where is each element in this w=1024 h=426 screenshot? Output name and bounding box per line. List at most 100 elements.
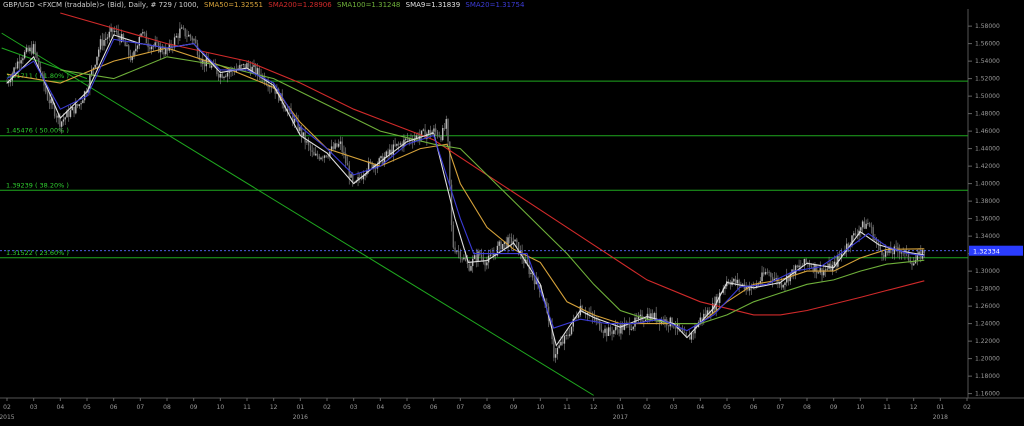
- candle-body: [20, 60, 22, 64]
- candle-body: [258, 68, 260, 75]
- y-tick-label: 1.54000: [975, 58, 1000, 65]
- candle-body: [73, 106, 75, 114]
- x-tick-label: 11: [563, 404, 571, 411]
- candle-body: [334, 143, 336, 149]
- candle-body: [473, 255, 476, 259]
- candle-body: [600, 329, 603, 332]
- x-tick-label: 11: [243, 404, 251, 411]
- fibonacci-levels: 1.51711 ( 61.80% )1.45476 ( 50.00% )1.39…: [0, 72, 968, 259]
- candle-body: [422, 129, 425, 131]
- x-tick-label: 03: [350, 404, 358, 411]
- candle-body: [226, 72, 229, 77]
- candle-body: [733, 278, 735, 282]
- y-tick-label: 1.20000: [975, 356, 1000, 363]
- candle-body: [891, 253, 894, 255]
- candle-body: [459, 251, 462, 259]
- candle-body: [457, 251, 460, 252]
- candle-body: [210, 65, 213, 68]
- candle-body: [863, 221, 866, 229]
- candle-body: [883, 255, 885, 257]
- candle-body: [188, 34, 190, 37]
- candle-body: [158, 42, 160, 53]
- candle-body: [142, 32, 144, 34]
- candle-body: [510, 237, 513, 244]
- candle-body: [82, 100, 84, 104]
- candle-body: [341, 141, 343, 152]
- candle-body: [48, 100, 51, 104]
- candle-body: [316, 153, 319, 157]
- candle-body: [223, 76, 225, 78]
- candle-body: [352, 174, 354, 183]
- candle-body: [106, 37, 109, 39]
- candle-body: [247, 63, 250, 67]
- x-tick-label: 10: [857, 404, 865, 411]
- candle-body: [674, 327, 677, 329]
- candle-body: [874, 239, 876, 241]
- candle-body: [475, 255, 477, 262]
- candle-body: [838, 255, 841, 257]
- candle-body: [563, 335, 566, 344]
- candle-body: [911, 262, 913, 266]
- candle-body: [163, 52, 165, 55]
- candle-body: [34, 44, 36, 53]
- candle-body: [798, 265, 800, 268]
- candle-body: [554, 354, 557, 358]
- candle-body: [634, 317, 636, 327]
- x-tick-label: 01: [617, 404, 625, 411]
- x-tick-label: 03: [30, 404, 38, 411]
- chart-header: GBP/USD <FXCM (tradable)> (Bid), Daily, …: [3, 1, 527, 9]
- year-label: 2015: [0, 414, 15, 421]
- x-tick-label: 01: [937, 404, 945, 411]
- candle-body: [734, 278, 737, 284]
- x-tick-label: 08: [483, 404, 491, 411]
- y-tick-label: 1.52000: [975, 76, 1000, 83]
- candle-body: [780, 282, 783, 288]
- candle-body: [394, 144, 396, 146]
- candle-body: [209, 63, 211, 68]
- x-tick-label: 09: [830, 404, 838, 411]
- candle-body: [905, 250, 908, 252]
- y-tick-label: 1.24000: [975, 321, 1000, 328]
- candle-body: [680, 328, 682, 330]
- candle-body: [205, 58, 208, 67]
- sma-line-sma200: [60, 12, 925, 316]
- candle-body: [239, 64, 241, 69]
- x-tick-label: 12: [910, 404, 918, 411]
- candle-body: [741, 283, 744, 285]
- candle-body: [150, 46, 153, 50]
- candle-body: [630, 329, 633, 330]
- y-tick-label: 1.58000: [975, 23, 1000, 30]
- candle-body: [385, 151, 387, 157]
- candle-body: [293, 118, 296, 123]
- candle-body: [553, 339, 555, 358]
- price-chart[interactable]: 1.58000 1.56000 1.54000 1.52000 1.50000 1.480…: [0, 0, 1024, 426]
- candle-body: [632, 326, 634, 330]
- x-tick-label: 04: [697, 404, 705, 411]
- candle-body: [516, 239, 518, 243]
- x-tick-label: 05: [403, 404, 411, 411]
- x-tick-label: 01: [297, 404, 305, 411]
- candle-body: [15, 67, 17, 69]
- candle-body: [179, 28, 181, 38]
- x-tick-label: 06: [750, 404, 758, 411]
- x-tick-label: 02: [3, 404, 11, 411]
- candle-body: [27, 47, 29, 52]
- candle-body: [103, 40, 105, 46]
- candle-body: [613, 330, 615, 334]
- candle-body: [763, 272, 765, 275]
- candle-body: [821, 268, 823, 276]
- candle-body: [509, 237, 511, 238]
- candle-body: [445, 119, 447, 129]
- candle-body: [561, 341, 564, 344]
- candle-body: [189, 34, 192, 38]
- candle-body: [514, 239, 516, 242]
- candle-body: [436, 131, 439, 136]
- candle-body: [337, 143, 340, 147]
- sma-line-sma20: [6, 38, 925, 332]
- x-tick-label: 08: [163, 404, 171, 411]
- candle-body: [339, 141, 342, 144]
- x-tick-label: 10: [217, 404, 225, 411]
- candle-body: [567, 335, 569, 336]
- y-tick-label: 1.16000: [975, 391, 1000, 398]
- x-tick-label: 06: [110, 404, 118, 411]
